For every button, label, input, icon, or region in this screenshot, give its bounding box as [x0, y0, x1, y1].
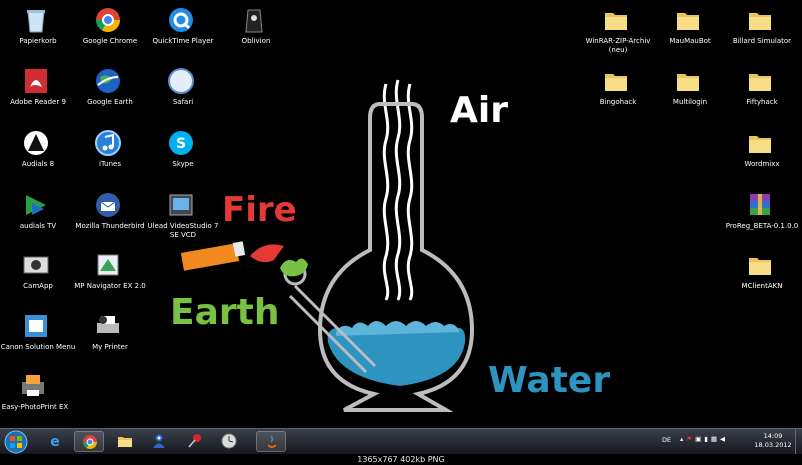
taskbar-java[interactable] — [256, 431, 286, 452]
adobe-reader-icon — [22, 67, 50, 95]
messenger-icon — [153, 434, 165, 448]
camapp-icon — [22, 251, 50, 279]
quicktime-icon — [167, 6, 195, 34]
desktop-icon-audials-8[interactable]: Audials 8 — [0, 125, 76, 181]
wallpaper-air-text: Air — [450, 90, 508, 131]
winrar-icon — [746, 191, 774, 219]
svg-text:e: e — [50, 434, 60, 449]
windows-logo-icon — [4, 430, 28, 454]
desktop-icon-bingohack[interactable]: Bingohack — [580, 63, 656, 119]
desktop-icon-winrar-archiv[interactable]: WinRAR-ZIP-Archiv (neu) — [580, 2, 656, 58]
desktop-icon-itunes[interactable]: iTunes — [72, 125, 148, 181]
language-indicator[interactable]: DE — [662, 429, 671, 455]
chrome-icon — [94, 6, 122, 34]
taskbar-messenger[interactable] — [144, 431, 174, 452]
show-desktop-button[interactable] — [795, 429, 802, 454]
google-earth-icon — [94, 67, 122, 95]
safari-icon — [167, 67, 195, 95]
desktop-icon-maumaubot[interactable]: MauMauBot — [652, 2, 728, 58]
wallpaper-fire-text: Fire — [222, 190, 297, 230]
thunderbird-icon — [94, 191, 122, 219]
folder-icon — [746, 251, 774, 279]
desktop-icon-proreg-beta[interactable]: ProReg_BETA-0.1.0.0 — [724, 187, 800, 243]
explorer-folder-icon — [118, 437, 132, 447]
desktop-icon-ulead-videostudio[interactable]: Ulead VideoStudio 7 SE VCD — [145, 187, 221, 243]
itunes-icon — [94, 129, 122, 157]
wallpaper: Air Fire Earth Water — [160, 60, 630, 425]
network-icon[interactable]: ▦ — [711, 435, 717, 443]
audials-tv-icon — [22, 191, 50, 219]
desktop-icon-safari[interactable]: Safari — [145, 63, 221, 119]
desktop-icon-quicktime-player[interactable]: QuickTime Player — [145, 2, 221, 58]
desktop-icon-audials-tv[interactable]: audials TV — [0, 187, 76, 243]
desktop-icon-multilogin[interactable]: Multilogin — [652, 63, 728, 119]
chrome-icon — [83, 435, 97, 449]
security-icon[interactable]: ▣ — [695, 435, 701, 443]
folder-icon — [674, 67, 702, 95]
folder-icon — [746, 67, 774, 95]
folder-icon — [746, 6, 774, 34]
desktop-icon-google-earth[interactable]: Google Earth — [72, 63, 148, 119]
action-center-flag-icon[interactable]: ⚑ — [686, 435, 692, 443]
desktop-icon-mclientakn[interactable]: MClientAKN — [724, 247, 800, 303]
photoprint-icon — [19, 372, 47, 400]
desktop-icon-recycle-bin[interactable]: Papierkorb — [0, 2, 76, 58]
desktop-icon-easy-photoprint[interactable]: Easy-PhotoPrint EX — [0, 368, 73, 424]
taskbar-clock-app[interactable] — [214, 431, 244, 452]
taskbar-internet-explorer[interactable]: e — [40, 431, 70, 452]
audials-icon — [22, 129, 50, 157]
taskbar: e DE ▴ ⚑ ▣ ▮ ▦ ◀ 14:09 18.03.2012 — [0, 428, 802, 454]
show-hidden-icons-icon[interactable]: ▴ — [680, 435, 683, 443]
oblivion-icon — [240, 6, 268, 34]
wallpaper-water-text: Water — [488, 360, 611, 401]
folder-icon — [602, 6, 630, 34]
java-icon — [268, 435, 276, 448]
mp-navigator-icon — [94, 251, 122, 279]
canon-icon — [22, 312, 50, 340]
desktop: Air Fire Earth Water Papierkorb Adobe Re… — [0, 0, 802, 428]
volume-icon[interactable]: ◀ — [720, 435, 725, 443]
desktop-icon-google-chrome[interactable]: Google Chrome — [72, 2, 148, 58]
pushpin-icon — [188, 434, 201, 448]
taskbar-google-chrome[interactable] — [74, 431, 104, 452]
skype-icon: S — [167, 129, 195, 157]
desktop-icon-my-printer[interactable]: My Printer — [72, 308, 148, 364]
start-button[interactable] — [4, 430, 28, 454]
desktop-icon-mozilla-thunderbird[interactable]: Mozilla Thunderbird — [72, 187, 148, 243]
taskbar-pushpin[interactable] — [180, 431, 210, 452]
folder-icon — [602, 67, 630, 95]
clock-time: 14:09 — [763, 432, 783, 440]
desktop-icon-adobe-reader-9[interactable]: Adobe Reader 9 — [0, 63, 76, 119]
desktop-icon-fiftyhack[interactable]: Fiftyhack — [724, 63, 800, 119]
image-caption: 1365x767 402kb PNG — [0, 454, 802, 465]
taskbar-explorer[interactable] — [110, 431, 140, 452]
printer-icon — [94, 312, 122, 340]
internet-explorer-icon: e — [50, 434, 60, 449]
desktop-icon-skype[interactable]: S Skype — [145, 125, 221, 181]
clock-date: 18.03.2012 — [754, 441, 792, 449]
desktop-icon-canon-solution-menu[interactable]: Canon Solution Menu — [0, 308, 76, 364]
folder-icon — [746, 129, 774, 157]
desktop-icon-mp-navigator[interactable]: MP Navigator EX 2.0 — [72, 247, 148, 303]
desktop-icon-billard-simulator[interactable]: Billard Simulator — [724, 2, 800, 58]
recycle-bin-icon — [22, 6, 50, 34]
desktop-icon-camapp[interactable]: CamApp — [0, 247, 76, 303]
wallpaper-earth-text: Earth — [170, 292, 280, 333]
folder-icon — [674, 6, 702, 34]
battery-icon[interactable]: ▮ — [704, 435, 708, 443]
clock-app-icon — [221, 433, 237, 449]
videostudio-icon — [167, 191, 195, 219]
desktop-icon-wordmixx[interactable]: Wordmixx — [724, 125, 800, 181]
svg-text:S: S — [176, 136, 186, 152]
desktop-icon-oblivion[interactable]: Oblivion — [218, 2, 294, 58]
